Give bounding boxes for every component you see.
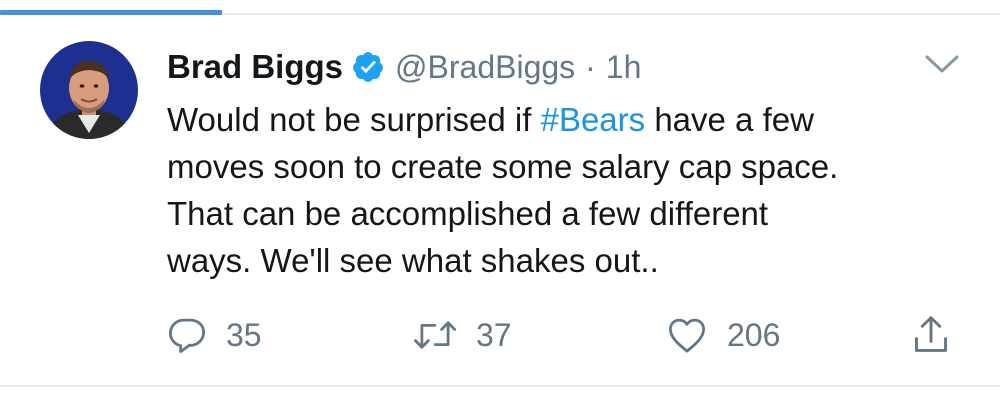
like-count: 206 <box>727 316 781 353</box>
reply-button[interactable]: 35 <box>166 310 262 360</box>
tweet-text-line-1: Would not be surprised if #Bears have a … <box>167 96 967 143</box>
bottom-divider <box>0 385 1000 387</box>
avatar[interactable] <box>40 41 138 139</box>
tweet-header: Brad Biggs @BradBiggs · 1h <box>167 44 641 90</box>
tweet-text-line-2: moves soon to create some salary cap spa… <box>167 148 839 185</box>
tweet-text: Would not be surprised if #Bears have a … <box>167 96 967 284</box>
text-segment: have a few <box>645 101 814 138</box>
share-button[interactable] <box>911 310 951 360</box>
retweet-count: 37 <box>476 316 512 353</box>
verified-badge-icon <box>351 50 385 84</box>
share-icon <box>915 316 947 352</box>
tweet-text-line-4: ways. We'll see what shakes out.. <box>167 242 659 279</box>
retweet-icon <box>414 321 456 349</box>
heart-icon <box>668 318 706 353</box>
reply-icon <box>168 318 206 354</box>
retweet-button[interactable]: 37 <box>412 310 512 360</box>
avatar-photo <box>40 41 138 139</box>
separator-dot: · <box>585 48 596 85</box>
chevron-down-icon[interactable] <box>924 52 960 76</box>
text-segment: Would not be surprised if <box>167 101 541 138</box>
author-name[interactable]: Brad Biggs <box>167 48 343 86</box>
hashtag-link[interactable]: #Bears <box>541 101 646 138</box>
timestamp[interactable]: 1h <box>606 49 642 86</box>
tweet-actions: 35 37 206 <box>0 310 1000 360</box>
like-button[interactable]: 206 <box>665 310 780 360</box>
active-tab-indicator <box>0 10 222 15</box>
author-handle[interactable]: @BradBiggs <box>395 49 575 86</box>
reply-count: 35 <box>226 316 262 353</box>
tweet-text-line-3: That can be accomplished a few different <box>167 195 769 232</box>
